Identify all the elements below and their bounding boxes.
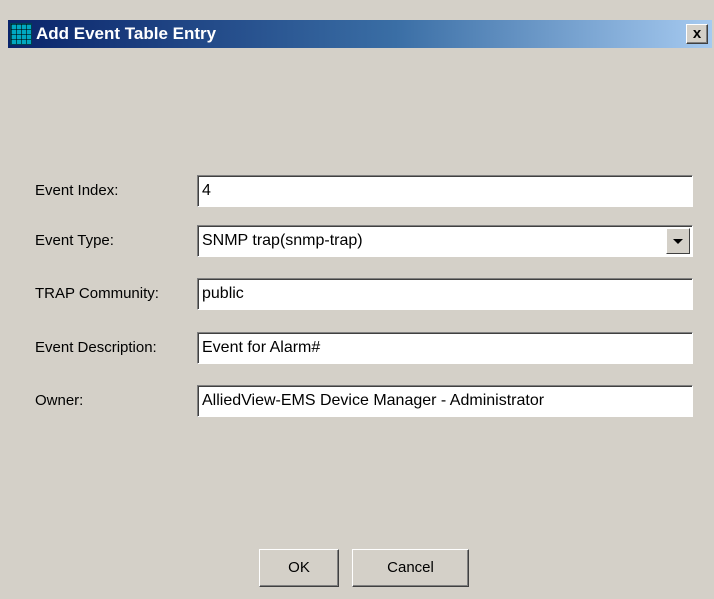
add-event-dialog: Add Event Table Entry x Event Index: 4 E… [0, 0, 714, 599]
event-type-label: Event Type: [35, 232, 114, 249]
grid-app-icon [10, 23, 32, 45]
cancel-button[interactable]: Cancel [352, 549, 469, 587]
event-type-row: Event Type: SNMP trap(snmp-trap) [35, 225, 695, 257]
owner-row: Owner: AlliedView-EMS Device Manager - A… [35, 385, 695, 417]
event-index-row: Event Index: 4 [35, 175, 695, 207]
event-description-row: Event Description: Event for Alarm# [35, 332, 695, 364]
event-type-select[interactable]: SNMP trap(snmp-trap) [197, 225, 693, 257]
event-type-value: SNMP trap(snmp-trap) [202, 232, 363, 249]
close-button[interactable]: x [686, 24, 708, 44]
owner-field[interactable]: AlliedView-EMS Device Manager - Administ… [197, 385, 693, 417]
event-description-label: Event Description: [35, 339, 157, 356]
chevron-down-icon[interactable] [666, 228, 690, 254]
event-index-label: Event Index: [35, 182, 119, 199]
trap-community-row: TRAP Community: public [35, 278, 695, 310]
event-description-field[interactable]: Event for Alarm# [197, 332, 693, 364]
trap-community-label: TRAP Community: [35, 285, 159, 302]
window-title: Add Event Table Entry [36, 24, 217, 43]
owner-label: Owner: [35, 392, 84, 409]
title-bar[interactable]: Add Event Table Entry x [8, 20, 712, 48]
event-index-field[interactable]: 4 [197, 175, 693, 207]
ok-button[interactable]: OK [259, 549, 339, 587]
trap-community-field[interactable]: public [197, 278, 693, 310]
